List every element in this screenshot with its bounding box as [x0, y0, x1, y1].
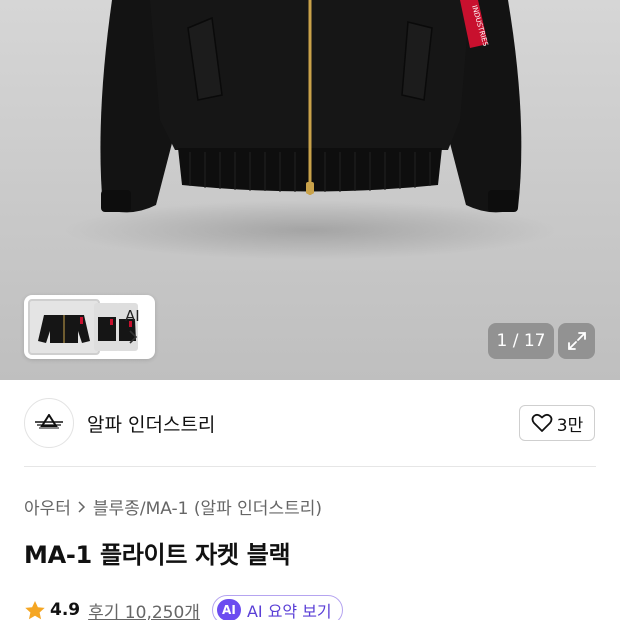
brand-logo[interactable]: [24, 398, 74, 448]
alpha-logo-icon: [35, 414, 63, 429]
ai-badge: AI: [216, 599, 241, 620]
chevron-right-icon: [78, 500, 85, 513]
divider: [24, 466, 596, 467]
rating-value: 4.9: [50, 600, 81, 620]
heart-icon: [531, 413, 553, 432]
thumbnail-main[interactable]: [28, 299, 100, 355]
breadcrumb-category[interactable]: 아우터: [24, 494, 71, 519]
like-count: 3만: [556, 415, 584, 436]
like-button[interactable]: 3만: [519, 405, 595, 441]
rating-row: 4.9 후기 10,250개 AI AI 요약 보기: [24, 595, 343, 620]
expand-icon: [567, 332, 586, 350]
star-icon: [25, 600, 45, 619]
ai-summary-button[interactable]: AI AI 요약 보기: [211, 595, 343, 620]
review-count-link[interactable]: 후기 10,250개: [88, 598, 200, 620]
brand-name[interactable]: 알파 인더스트리: [87, 410, 215, 437]
thumbnail-strip[interactable]: AI: [24, 295, 155, 359]
expand-button[interactable]: [558, 323, 595, 359]
thumbnail-ai-label: AI: [125, 307, 140, 325]
ai-summary-label: AI 요약 보기: [246, 602, 332, 620]
breadcrumb-subcategory[interactable]: 블루종/MA-1 (알파 인더스트리): [93, 494, 322, 519]
product-title: MA-1 플라이트 자켓 블랙: [24, 541, 291, 569]
product-image[interactable]: INDUSTRIES AI 1 / 17: [0, 0, 620, 380]
image-counter: 1 / 17: [488, 323, 554, 359]
breadcrumb: 아우터 블루종/MA-1 (알파 인더스트리): [24, 494, 322, 519]
chevron-right-icon[interactable]: [128, 330, 138, 348]
